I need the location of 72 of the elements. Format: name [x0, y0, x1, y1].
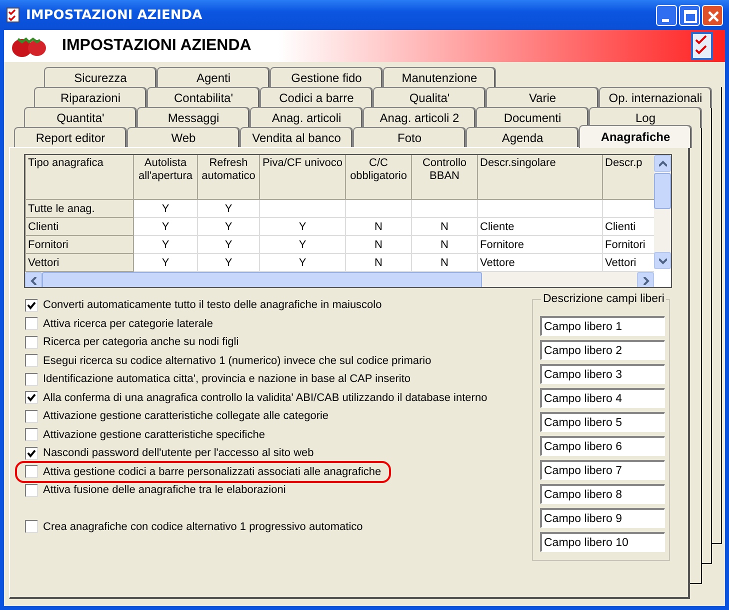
table-cell: N: [412, 218, 478, 236]
tab[interactable]: Qualita': [373, 87, 486, 108]
column-header: Descr.p: [602, 155, 654, 200]
column-header: Tipo anagrafica: [26, 155, 134, 200]
tab[interactable]: Anagrafiche: [579, 125, 692, 148]
tab[interactable]: Contabilita': [147, 87, 260, 108]
checkbox-label[interactable]: Attiva fusione delle anagrafiche tra le elaborazioni: [43, 484, 286, 496]
checkbox-label[interactable]: Esegui ricerca su codice alternativo 1 (numerico) invece che sul codice primario: [43, 354, 432, 367]
tab[interactable]: Foto: [353, 127, 466, 148]
input-field[interactable]: Campo libero 2: [540, 340, 665, 360]
group-box-title: Descrizione campi liberi: [541, 293, 666, 305]
input-field[interactable]: Campo libero 1: [540, 316, 665, 336]
header-title: IMPOSTAZIONI AZIENDA: [62, 37, 252, 55]
table-cell: Cliente: [478, 218, 602, 236]
column-header: Autolista all'apertura: [134, 155, 198, 200]
table-cell: Clienti: [26, 218, 134, 236]
input-field[interactable]: Campo libero 7: [540, 460, 665, 480]
checkbox-label[interactable]: Attivazione gestione caratteristiche collegate alle categorie: [43, 410, 329, 422]
tab[interactable]: Riparazioni: [34, 87, 147, 108]
tab[interactable]: Sicurezza: [44, 67, 157, 88]
tab[interactable]: Varie: [486, 87, 599, 108]
tab[interactable]: Codici a barre: [260, 87, 373, 108]
table-cell: Y: [198, 218, 260, 236]
window-title: IMPOSTAZIONI AZIENDA: [26, 8, 204, 22]
input-field[interactable]: Campo libero 3: [540, 364, 665, 384]
tab[interactable]: Messaggi: [137, 107, 250, 128]
checkbox-label[interactable]: Ricerca per categoria anche su nodi figli: [43, 336, 239, 348]
input-field[interactable]: Campo libero 6: [540, 436, 665, 456]
checkbox-label[interactable]: Nascondi password dell'utente per l'accesso al sito web: [43, 447, 314, 460]
table-cell: Y: [198, 236, 260, 254]
input-field[interactable]: Campo libero 4: [540, 388, 665, 408]
table-cell: Y: [260, 236, 346, 254]
table-cell: Y: [260, 218, 346, 236]
tab[interactable]: Report editor: [14, 127, 127, 148]
column-header: Piva/CF univoco: [260, 155, 346, 200]
tab[interactable]: Gestione fido: [270, 67, 383, 88]
table-cell: Vettori: [26, 254, 134, 272]
table-cell: N: [346, 236, 412, 254]
checkbox-label[interactable]: Identificazione automatica citta', provincia e nazione in base al CAP inserito: [43, 373, 411, 386]
tab[interactable]: Quantita': [24, 107, 137, 128]
table-cell: N: [346, 218, 412, 236]
tab[interactable]: Anag. articoli: [250, 107, 363, 128]
input-field[interactable]: Campo libero 8: [540, 484, 665, 504]
column-header: C/C obbligatorio: [346, 155, 412, 200]
table-cell: Y: [198, 200, 260, 218]
tab[interactable]: Agenti: [157, 67, 270, 88]
table-cell: Y: [134, 200, 198, 218]
column-header: Descr.singolare: [478, 155, 602, 200]
column-header: Refresh automatico: [198, 155, 260, 200]
checkbox-label[interactable]: Attivazione gestione caratteristiche specifiche: [43, 428, 265, 441]
tab[interactable]: Manutenzione: [383, 67, 496, 88]
table-cell: Y: [134, 218, 198, 236]
checkbox-label[interactable]: Alla conferma di una anagrafica controllo la validita' ABI/CAB utilizzando il database interno: [43, 392, 488, 404]
input-field[interactable]: Campo libero 10: [540, 532, 665, 552]
table-cell: Fornitore: [478, 236, 602, 254]
tab[interactable]: Agenda: [466, 127, 579, 148]
table-cell: Tutte le anag.: [26, 200, 134, 218]
checkbox-label[interactable]: Attiva ricerca per categorie laterale: [43, 318, 213, 330]
input-field[interactable]: Campo libero 9: [540, 508, 665, 528]
tab[interactable]: Documenti: [476, 107, 589, 128]
tab[interactable]: Vendita al banco: [240, 127, 353, 148]
column-header: Controllo BBAN: [412, 155, 478, 200]
table-cell: N: [412, 236, 478, 254]
checkbox-label[interactable]: Crea anagrafiche con codice alternativo 1 progressivo automatico: [43, 520, 363, 533]
table-cell: Fornitori: [26, 236, 134, 254]
checkbox-label[interactable]: Converti automaticamente tutto il testo delle anagrafiche in maiuscolo: [43, 299, 382, 312]
tab[interactable]: Op. internazionali: [599, 87, 712, 108]
tab[interactable]: Anag. articoli 2: [363, 107, 476, 128]
input-field[interactable]: Campo libero 5: [540, 412, 665, 432]
tab[interactable]: Web: [127, 127, 240, 148]
checkbox-label[interactable]: Attiva gestione codici a barre personalizzati associati alle anagrafiche: [43, 466, 382, 478]
table-cell: Y: [134, 236, 198, 254]
